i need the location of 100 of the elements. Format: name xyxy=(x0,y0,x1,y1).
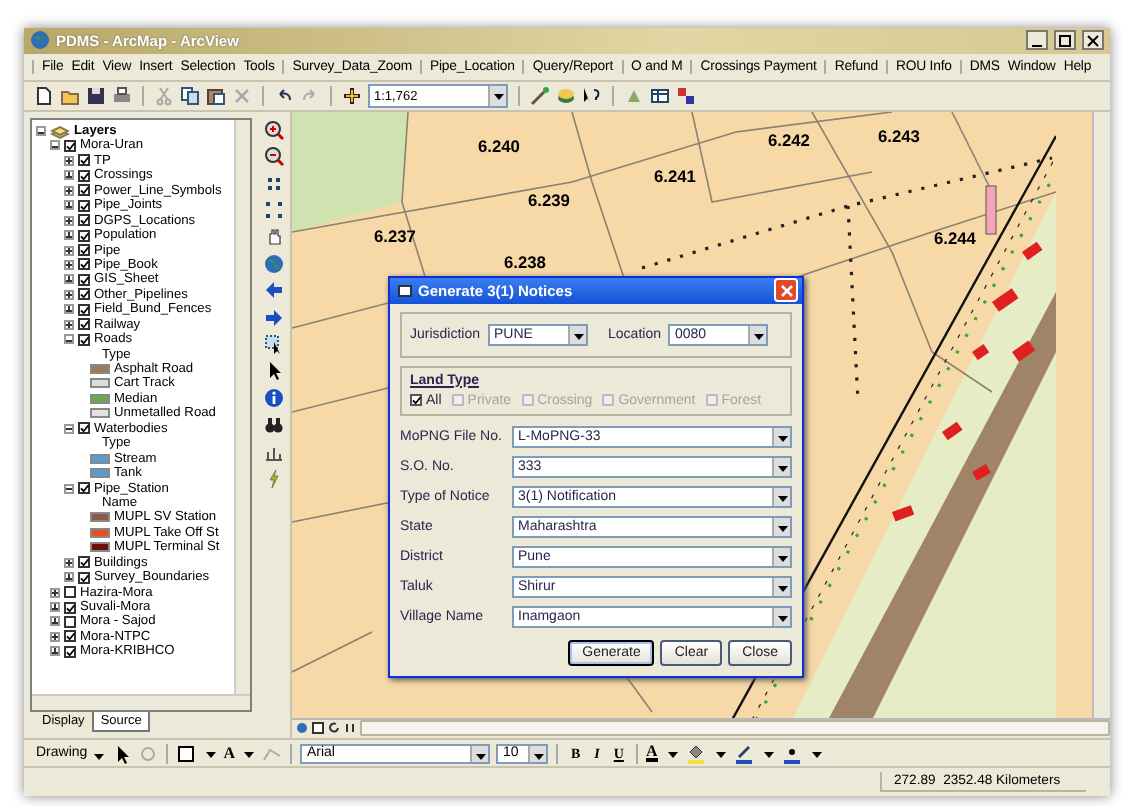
parcel-label: 6.237 xyxy=(374,225,416,246)
help-pointer-icon[interactable] xyxy=(582,86,602,107)
data-view-icon[interactable] xyxy=(296,722,308,735)
close-icon xyxy=(1086,33,1100,48)
layer-checkbox[interactable] xyxy=(78,169,90,182)
expand-toggle[interactable] xyxy=(64,245,74,256)
collapse-toggle[interactable] xyxy=(36,126,46,137)
parcel-label: 6.241 xyxy=(654,165,696,186)
layer-checkbox[interactable] xyxy=(78,422,90,435)
back-arrow-icon[interactable] xyxy=(263,280,283,301)
model-icon[interactable] xyxy=(676,86,696,107)
layers-icon[interactable] xyxy=(556,86,576,107)
expand-toggle[interactable] xyxy=(64,572,74,583)
expand-toggle[interactable] xyxy=(64,170,74,181)
layer-checkbox[interactable] xyxy=(78,482,90,495)
scrollbar[interactable] xyxy=(32,693,250,710)
table-icon[interactable] xyxy=(650,86,670,107)
add-data-icon[interactable] xyxy=(342,86,362,107)
copy-icon[interactable] xyxy=(180,86,200,107)
maximize-button[interactable] xyxy=(1054,30,1076,51)
save-icon[interactable] xyxy=(86,86,106,107)
minimize-button[interactable] xyxy=(1026,30,1048,51)
refresh-icon[interactable] xyxy=(328,722,340,735)
expand-toggle[interactable] xyxy=(64,557,74,568)
open-folder-icon[interactable] xyxy=(60,86,80,107)
expand-toggle[interactable] xyxy=(64,289,74,300)
binoculars-icon[interactable] xyxy=(263,414,283,435)
pan-hand-icon[interactable] xyxy=(263,226,283,247)
scrollbar[interactable] xyxy=(360,720,1110,737)
fill-bucket-icon[interactable] xyxy=(685,743,706,764)
expand-toggle[interactable] xyxy=(64,185,74,196)
expand-toggle[interactable] xyxy=(50,646,60,657)
layer-checkbox[interactable] xyxy=(78,199,90,212)
close-button[interactable] xyxy=(1082,30,1104,51)
layer-checkbox[interactable] xyxy=(78,556,90,569)
fixed-zoom-in-icon[interactable] xyxy=(263,173,283,194)
check-icon xyxy=(80,484,89,494)
zoom-in-icon[interactable] xyxy=(263,119,283,140)
check-icon xyxy=(412,396,421,406)
fixed-zoom-out-icon[interactable] xyxy=(263,199,283,220)
expand-toggle[interactable] xyxy=(50,587,60,598)
paste-icon[interactable] xyxy=(206,86,226,107)
window-icon xyxy=(398,283,412,298)
layer-checkbox[interactable] xyxy=(64,139,76,152)
close-icon xyxy=(779,283,793,298)
expand-toggle[interactable] xyxy=(64,259,74,270)
collapse-toggle[interactable] xyxy=(64,334,74,345)
collapse-toggle[interactable] xyxy=(64,423,74,434)
lightning-icon[interactable] xyxy=(263,467,283,488)
layer-checkbox[interactable] xyxy=(78,288,90,301)
parcel-label: 6.240 xyxy=(478,135,520,156)
layer-checkbox[interactable] xyxy=(64,645,76,658)
parcel-label: 6.244 xyxy=(934,227,976,248)
layer-checkbox[interactable] xyxy=(64,601,76,614)
expand-toggle[interactable] xyxy=(64,304,74,315)
layer-checkbox[interactable] xyxy=(78,184,90,197)
layer-checkbox[interactable] xyxy=(78,229,90,242)
rectangle-icon[interactable] xyxy=(175,743,196,764)
layer-checkbox[interactable] xyxy=(78,244,90,257)
marker-color-icon[interactable] xyxy=(781,743,802,764)
select-features-icon[interactable] xyxy=(263,333,283,354)
zoom-out-icon[interactable] xyxy=(263,146,283,167)
scrollbar[interactable] xyxy=(234,119,250,694)
expand-toggle[interactable] xyxy=(64,200,74,211)
layer-checkbox[interactable] xyxy=(78,214,90,227)
line-color-icon[interactable] xyxy=(733,743,754,764)
layer-checkbox[interactable] xyxy=(78,273,90,286)
layer-checkbox[interactable] xyxy=(78,318,90,331)
expand-toggle[interactable] xyxy=(50,602,60,613)
info-icon[interactable] xyxy=(263,387,283,408)
expand-toggle[interactable] xyxy=(50,616,60,627)
check-icon xyxy=(80,424,89,434)
layer-checkbox[interactable] xyxy=(64,586,76,599)
expand-toggle[interactable] xyxy=(64,215,74,226)
parcel-label: 6.242 xyxy=(768,129,810,150)
layer-checkbox[interactable] xyxy=(64,615,76,628)
layer-checkbox[interactable] xyxy=(78,154,90,167)
expand-toggle[interactable] xyxy=(50,631,60,642)
forward-arrow-icon[interactable] xyxy=(263,307,283,328)
expand-toggle[interactable] xyxy=(64,319,74,330)
layout-view-icon[interactable] xyxy=(312,722,324,735)
text-tool[interactable]: A xyxy=(223,744,235,763)
layer-checkbox[interactable] xyxy=(78,571,90,584)
layer-checkbox[interactable] xyxy=(78,333,90,346)
check-icon xyxy=(66,603,75,613)
layer-checkbox[interactable] xyxy=(78,303,90,316)
collapse-toggle[interactable] xyxy=(64,483,74,494)
print-icon[interactable] xyxy=(112,86,132,107)
pause-icon[interactable] xyxy=(344,722,356,735)
expand-toggle[interactable] xyxy=(64,155,74,166)
new-document-icon[interactable] xyxy=(34,86,54,107)
layer-checkbox[interactable] xyxy=(78,258,90,271)
maximize-icon xyxy=(1058,33,1072,48)
layer-checkbox[interactable] xyxy=(64,630,76,643)
collapse-toggle[interactable] xyxy=(50,140,60,151)
font-color-button[interactable]: A xyxy=(645,744,658,763)
expand-toggle[interactable] xyxy=(64,274,74,285)
editor-icon[interactable] xyxy=(530,86,550,107)
globe-icon[interactable] xyxy=(263,253,283,274)
expand-toggle[interactable] xyxy=(64,230,74,241)
